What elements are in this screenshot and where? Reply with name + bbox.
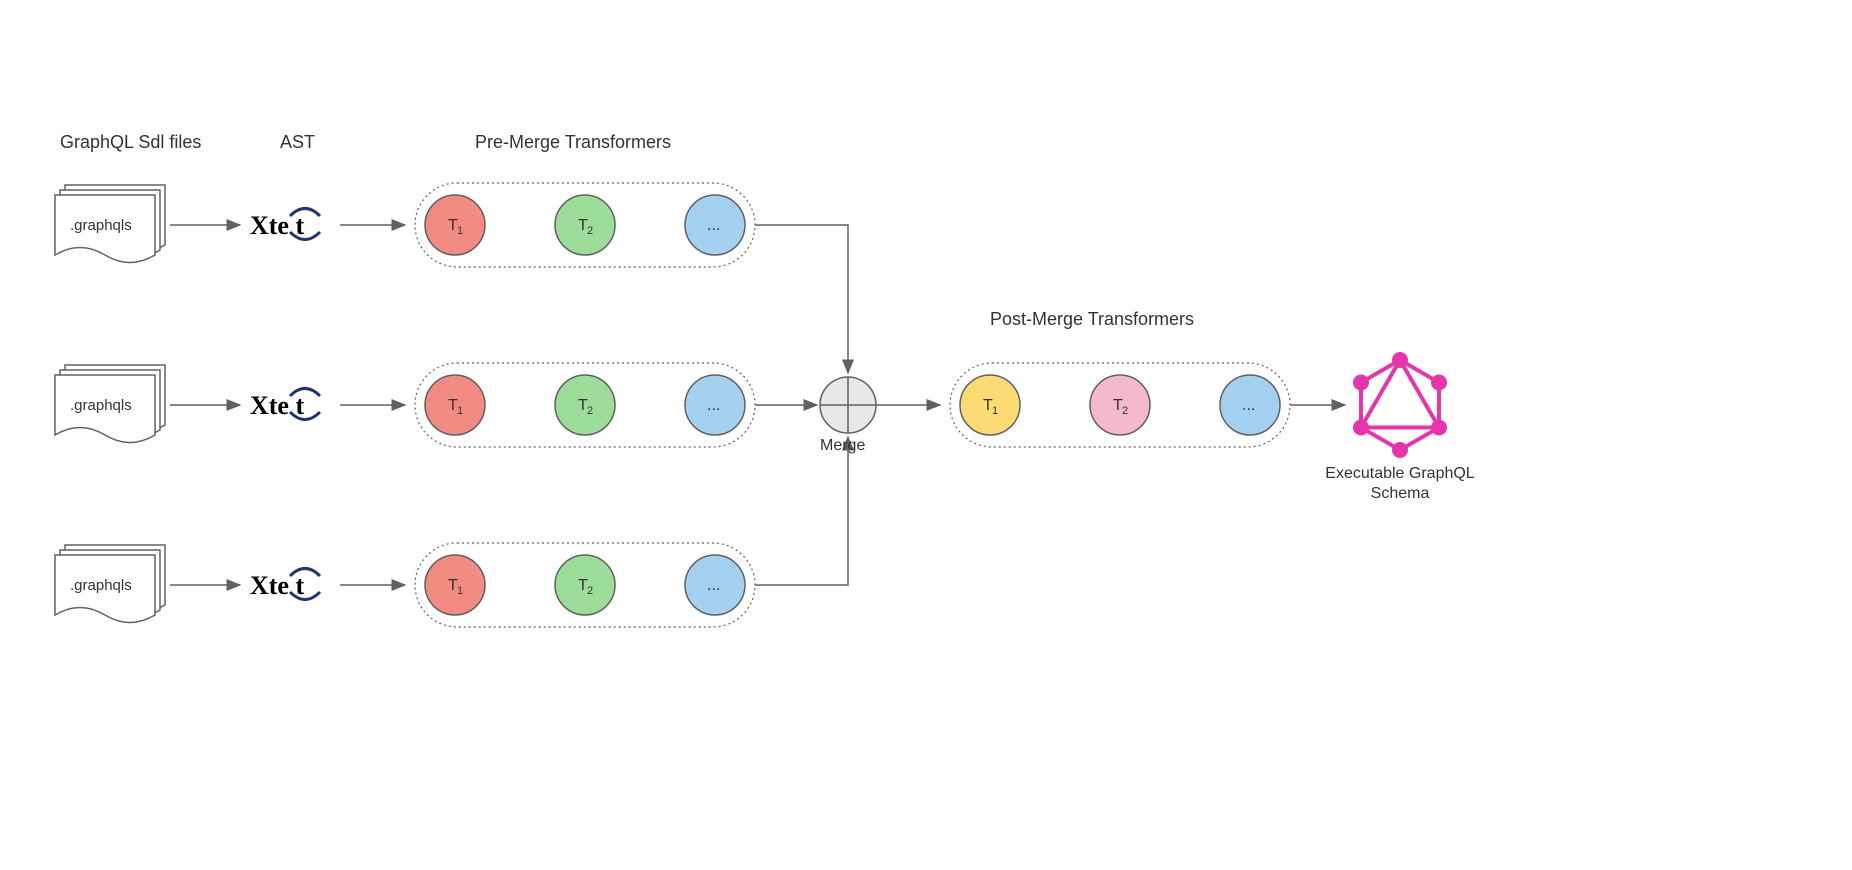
post-t1: T 1 bbox=[960, 375, 1020, 435]
svg-text:2: 2 bbox=[587, 225, 593, 237]
xtext-1: Xte t bbox=[250, 209, 320, 241]
merge-node: Merge bbox=[820, 377, 876, 454]
pre-t3-2: ... bbox=[685, 375, 745, 435]
file-stack-2: .graphqls bbox=[55, 365, 165, 443]
header-sdl: GraphQL Sdl files bbox=[60, 132, 201, 152]
output-label-1: Executable GraphQL bbox=[1325, 465, 1475, 482]
graphql-logo-icon bbox=[1353, 352, 1447, 458]
pre-t1-3: T 1 bbox=[425, 555, 485, 615]
merge-label: Merge bbox=[820, 437, 865, 454]
pre-t1-2: T 1 bbox=[425, 375, 485, 435]
svg-text:1: 1 bbox=[457, 405, 463, 417]
arrow-row3-merge bbox=[755, 437, 848, 585]
pipeline-row-2: .graphqls Xte t T 1 T 2 ... bbox=[55, 363, 817, 447]
header-post: Post-Merge Transformers bbox=[990, 309, 1194, 329]
svg-text:2: 2 bbox=[587, 585, 593, 597]
svg-text:2: 2 bbox=[1122, 405, 1128, 417]
pipeline-row-3: .graphqls Xte t T 1 T 2 ... bbox=[55, 437, 848, 627]
post-t3: ... bbox=[1220, 375, 1280, 435]
svg-text:...: ... bbox=[707, 577, 720, 594]
pre-t2-3: T 2 bbox=[555, 555, 615, 615]
pre-t3-1: ... bbox=[685, 195, 745, 255]
svg-text:...: ... bbox=[707, 217, 720, 234]
pre-t2-2: T 2 bbox=[555, 375, 615, 435]
pre-t2-1: T 2 bbox=[555, 195, 615, 255]
file-stack-3: .graphqls bbox=[55, 545, 165, 623]
output-label-2: Schema bbox=[1371, 485, 1430, 502]
svg-text:...: ... bbox=[1242, 397, 1255, 414]
svg-text:1: 1 bbox=[457, 585, 463, 597]
file-label-3: .graphqls bbox=[70, 577, 132, 594]
header-ast: AST bbox=[280, 132, 315, 152]
svg-text:...: ... bbox=[707, 397, 720, 414]
pipeline-row-1: .graphqls Xte t T 1 T 2 ... bbox=[55, 183, 848, 373]
file-label-2: .graphqls bbox=[70, 397, 132, 414]
file-stack-1: .graphqls bbox=[55, 185, 165, 263]
svg-text:1: 1 bbox=[457, 225, 463, 237]
header-pre: Pre-Merge Transformers bbox=[475, 132, 671, 152]
file-label-1: .graphqls bbox=[70, 217, 132, 234]
svg-text:2: 2 bbox=[587, 405, 593, 417]
svg-text:1: 1 bbox=[992, 405, 998, 417]
arrow-row1-merge bbox=[755, 225, 848, 373]
post-t2: T 2 bbox=[1090, 375, 1150, 435]
xtext-2: Xte t bbox=[250, 389, 320, 421]
pre-t1-1: T 1 bbox=[425, 195, 485, 255]
pre-t3-3: ... bbox=[685, 555, 745, 615]
xtext-3: Xte t bbox=[250, 569, 320, 601]
